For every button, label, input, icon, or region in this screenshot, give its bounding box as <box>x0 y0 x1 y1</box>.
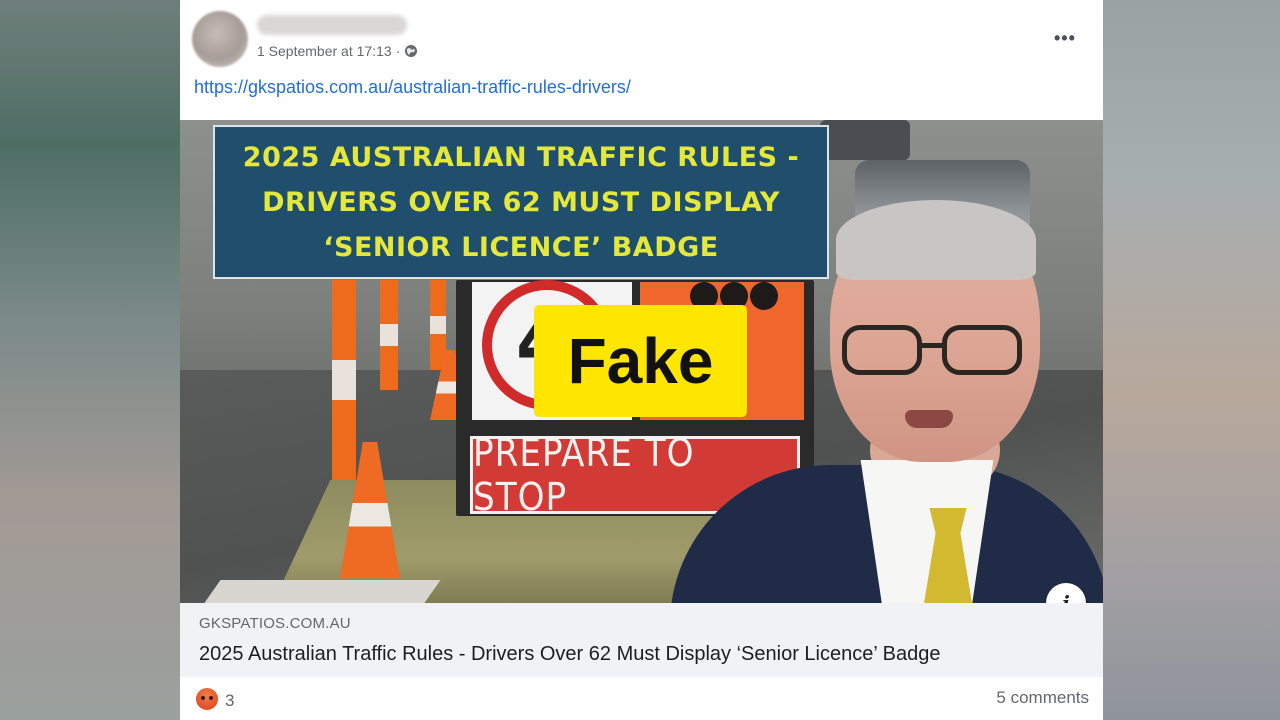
link-domain: GKSPATIOS.COM.AU <box>199 615 351 632</box>
link-preview-card[interactable]: GKSPATIOS.COM.AU 2025 Australian Traffic… <box>180 603 1103 677</box>
blurred-background-right <box>1103 0 1280 720</box>
person-mouth <box>905 410 953 428</box>
headline-line-3: ‘SENIOR LICENCE’ BADGE <box>323 231 719 263</box>
glasses-icon <box>840 325 1030 377</box>
sign-light <box>750 282 778 310</box>
link-title[interactable]: 2025 Australian Traffic Rules - Drivers … <box>199 643 940 666</box>
post-link[interactable]: https://gkspatios.com.au/australian-traf… <box>194 77 631 98</box>
comments-count-link[interactable]: 5 comments <box>996 688 1089 708</box>
person-hair <box>836 200 1036 280</box>
facebook-post: 1 September at 17:13 · ••• https://gkspa… <box>180 0 1103 720</box>
globe-icon <box>404 44 418 58</box>
traffic-bollard <box>380 280 398 390</box>
more-options-icon[interactable]: ••• <box>1054 28 1076 49</box>
post-meta: 1 September at 17:13 · <box>257 43 418 59</box>
traffic-bollard <box>430 280 446 370</box>
kerb <box>199 580 441 603</box>
fake-stamp: Fake <box>534 305 747 417</box>
background-car <box>820 120 910 160</box>
author-name-blurred[interactable] <box>257 15 407 35</box>
link-preview-image[interactable]: 4 PREPARE TO STOP 2025 AUSTRALIAN TRAFFI… <box>180 120 1103 603</box>
headline-line-1: 2025 AUSTRALIAN TRAFFIC RULES - <box>242 141 800 173</box>
blurred-background-left <box>0 0 180 720</box>
traffic-bollard <box>332 280 356 480</box>
meta-separator: · <box>395 43 401 59</box>
post-timestamp[interactable]: 1 September at 17:13 <box>257 43 392 59</box>
headline-line-2: DRIVERS OVER 62 MUST DISPLAY <box>262 186 780 218</box>
fake-label-text: Fake <box>567 325 714 397</box>
angry-reaction-icon[interactable] <box>196 688 218 710</box>
reaction-count[interactable]: 3 <box>225 691 234 711</box>
image-headline-banner: 2025 AUSTRALIAN TRAFFIC RULES - DRIVERS … <box>213 125 829 279</box>
avatar[interactable] <box>192 11 248 67</box>
post-footer: 3 5 comments <box>180 677 1103 720</box>
